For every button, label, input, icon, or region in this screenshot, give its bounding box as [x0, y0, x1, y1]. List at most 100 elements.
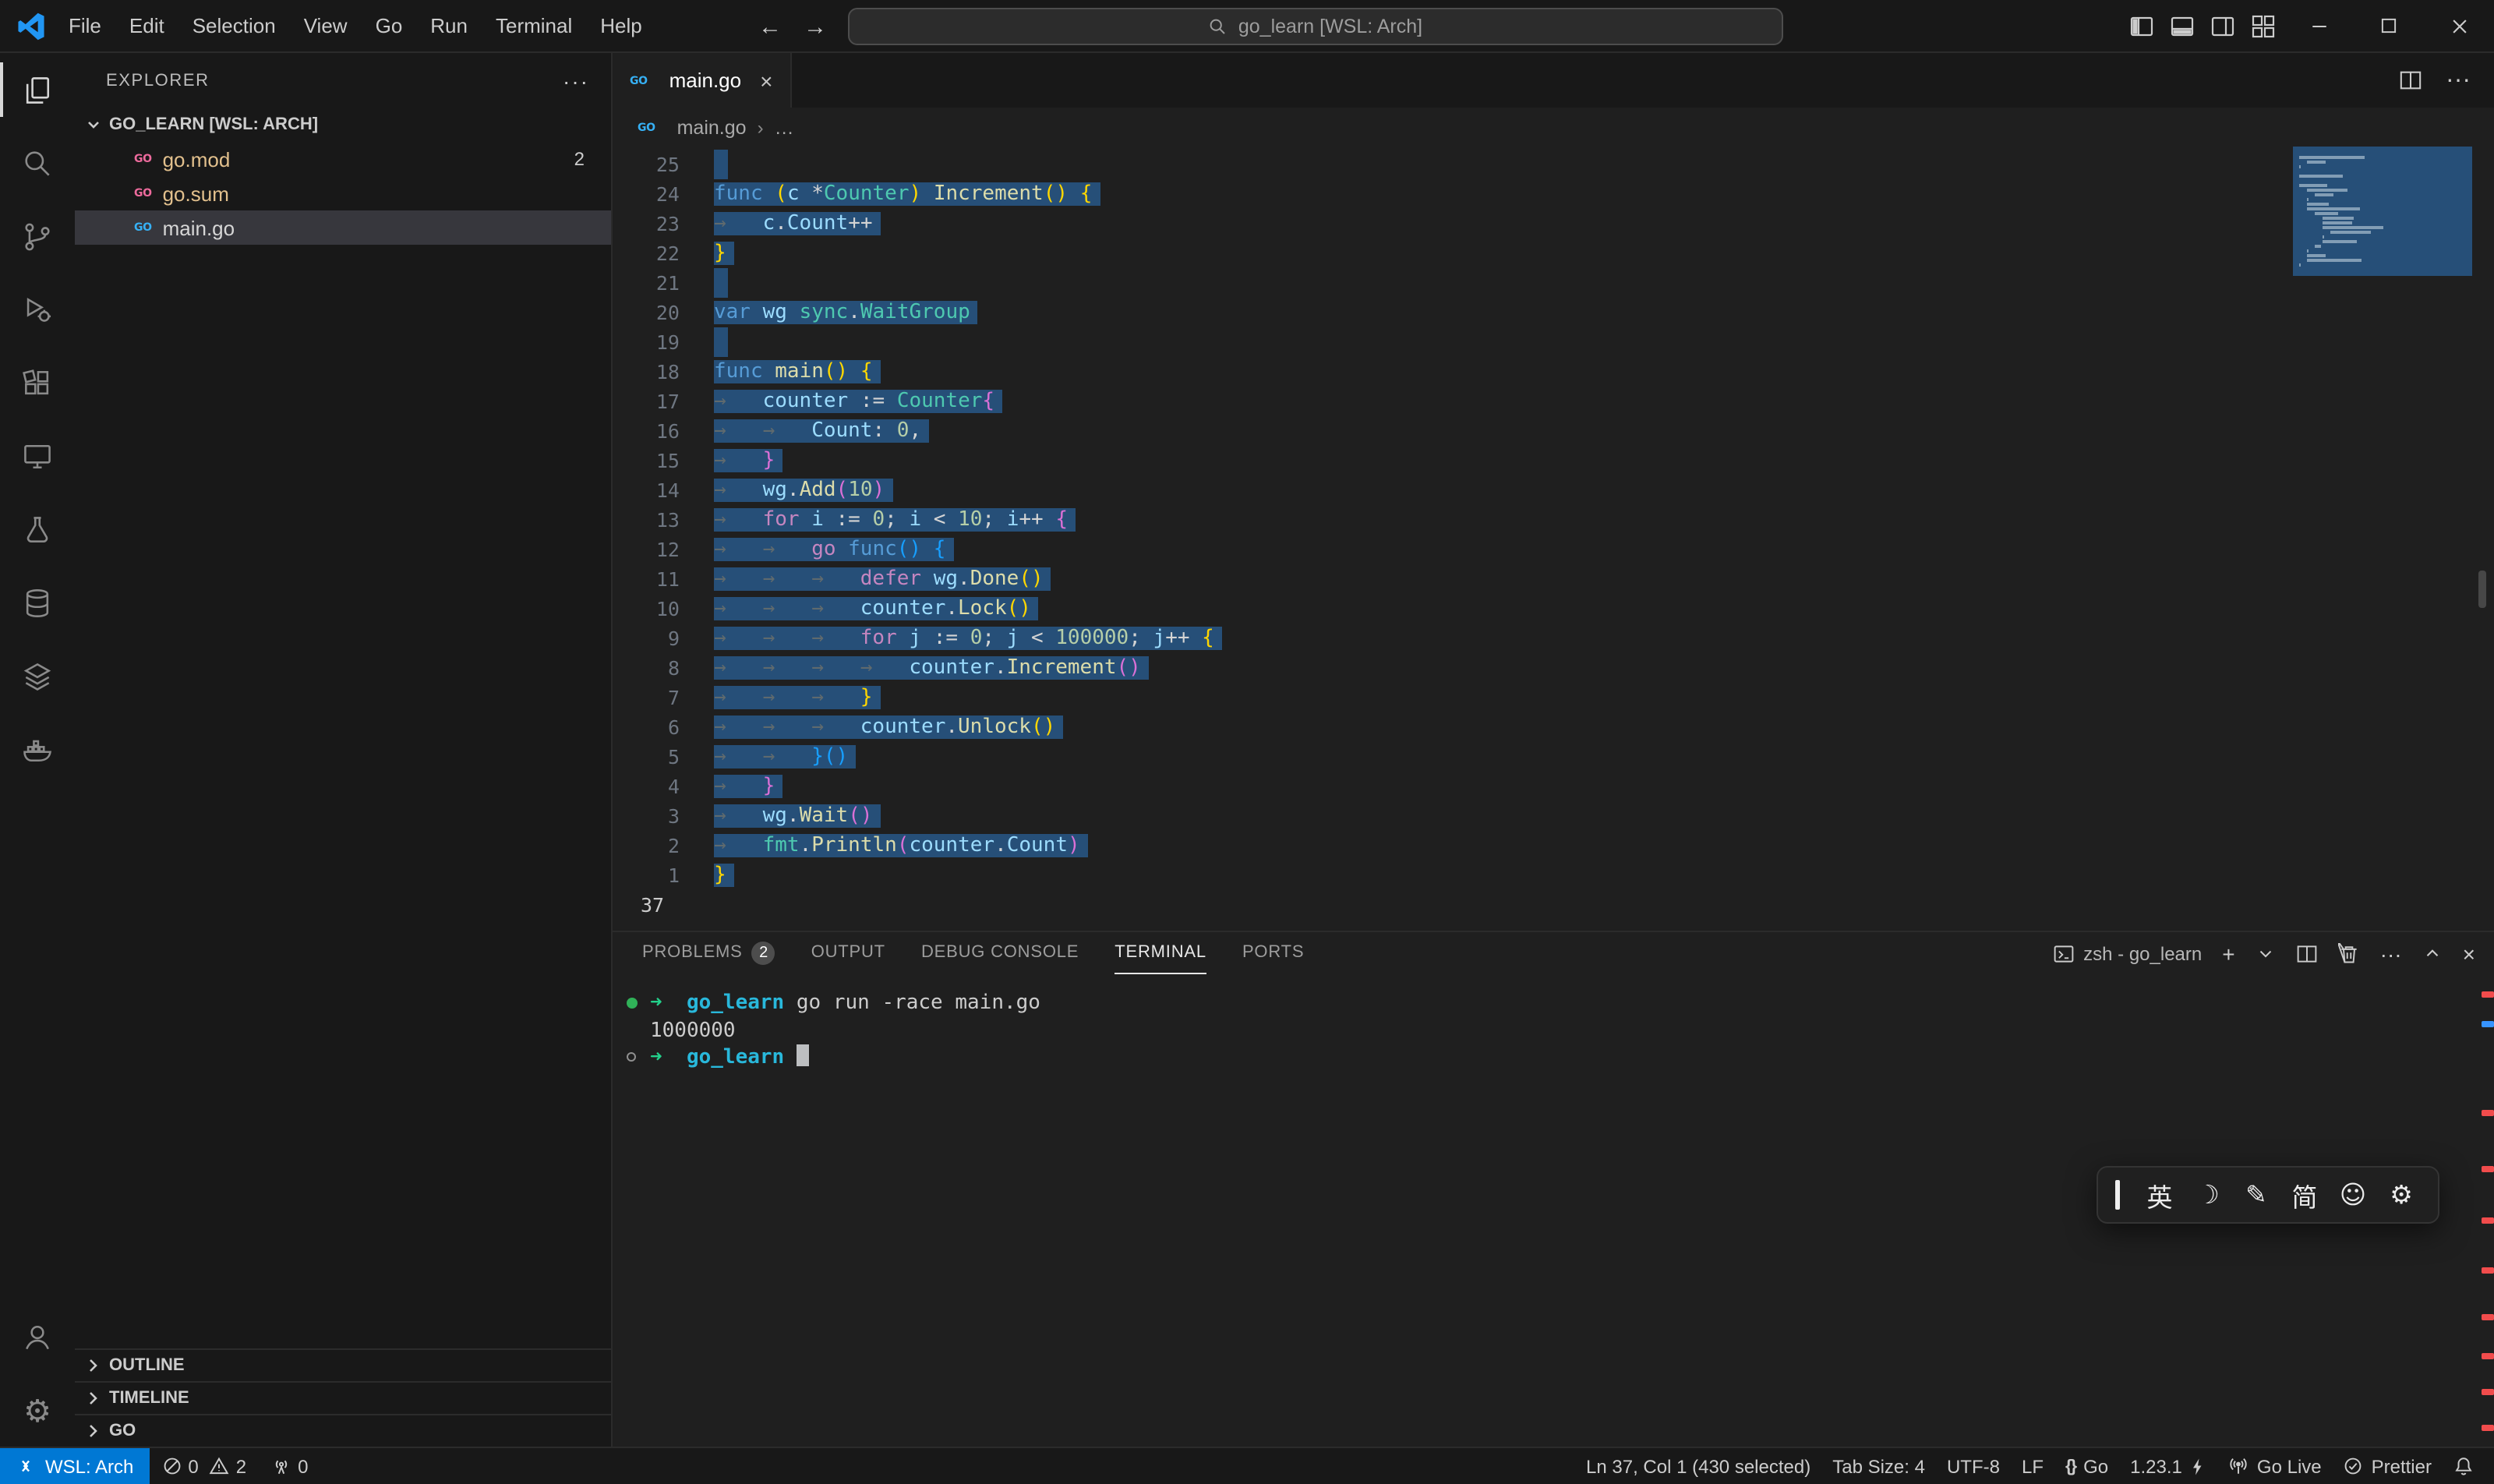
menu-item-go[interactable]: Go — [362, 0, 417, 52]
ports-indicator[interactable]: 0 — [259, 1455, 320, 1477]
line-number[interactable]: 3 — [613, 801, 701, 831]
code-line[interactable]: 25 — [613, 150, 2494, 179]
menu-item-help[interactable]: Help — [586, 0, 656, 52]
window-minimize-button[interactable] — [2284, 0, 2354, 52]
toggle-secondary-sidebar-icon[interactable] — [2203, 0, 2243, 52]
menu-item-terminal[interactable]: Terminal — [482, 0, 586, 52]
code-line[interactable]: 18func main() { — [613, 357, 2494, 387]
code-line[interactable]: 8→→→→counter.Increment() — [613, 653, 2494, 683]
command-decoration-icon[interactable] — [627, 998, 638, 1009]
line-number[interactable]: 15 — [613, 446, 701, 475]
code-line[interactable]: 37 — [613, 890, 2494, 920]
panel-tab-problems[interactable]: PROBLEMS2 — [642, 932, 775, 974]
sidebar-section-outline[interactable]: OUTLINE — [75, 1348, 611, 1381]
explorer-root-folder[interactable]: GO_LEARN [WSL: ARCH] — [75, 108, 611, 142]
status-lf[interactable]: LF — [2011, 1455, 2054, 1477]
activity-layers-icon[interactable] — [0, 639, 75, 712]
line-number[interactable]: 22 — [613, 238, 701, 268]
line-number[interactable]: 1 — [613, 860, 701, 890]
code-line[interactable]: 22} — [613, 238, 2494, 268]
activity-explorer-icon[interactable] — [0, 53, 75, 126]
line-number[interactable]: 10 — [613, 594, 701, 624]
tab-close-icon[interactable]: × — [760, 68, 772, 93]
line-number[interactable]: 12 — [613, 535, 701, 564]
new-terminal-icon[interactable]: + — [2222, 941, 2234, 966]
toggle-sidebar-icon[interactable] — [2121, 0, 2162, 52]
breadcrumb[interactable]: GO main.go › … — [613, 108, 2494, 147]
line-number[interactable]: 25 — [613, 150, 701, 179]
editor-more-actions-icon[interactable]: ··· — [2446, 66, 2471, 94]
code-line[interactable]: 24func (c *Counter) Increment() { — [613, 179, 2494, 209]
split-editor-icon[interactable] — [2399, 69, 2422, 92]
settings-gear-icon[interactable]: ⚙ — [0, 1373, 75, 1447]
code-line[interactable]: 19 — [613, 327, 2494, 357]
nav-back-button[interactable]: ← — [758, 13, 782, 40]
remote-indicator[interactable]: WSL: Arch — [0, 1448, 149, 1484]
code-line[interactable]: 3→wg.Wait() — [613, 801, 2494, 831]
accounts-icon[interactable] — [0, 1300, 75, 1373]
status-ln-37-col-1-430-selected-[interactable]: Ln 37, Col 1 (430 selected) — [1575, 1455, 1821, 1477]
line-number[interactable]: 20 — [613, 298, 701, 327]
activity-testing-icon[interactable] — [0, 493, 75, 566]
code-line[interactable]: 17→counter := Counter{ — [613, 387, 2494, 416]
editor-scrollbar-thumb[interactable] — [2478, 571, 2486, 608]
line-number[interactable]: 4 — [613, 772, 701, 801]
minimap[interactable] — [2293, 147, 2472, 276]
problems-indicator[interactable]: 0 2 — [149, 1455, 259, 1477]
toggle-panel-icon[interactable] — [2162, 0, 2203, 52]
maximize-panel-icon[interactable] — [2422, 943, 2443, 963]
code-line[interactable]: 21 — [613, 268, 2494, 298]
close-panel-icon[interactable]: × — [2463, 941, 2475, 966]
line-number[interactable]: 13 — [613, 505, 701, 535]
menu-item-run[interactable]: Run — [416, 0, 482, 52]
line-number[interactable]: 19 — [613, 327, 701, 357]
code-line[interactable]: 15→} — [613, 446, 2494, 475]
line-number[interactable]: 24 — [613, 179, 701, 209]
code-line[interactable]: 7→→→} — [613, 683, 2494, 712]
activity-database-icon[interactable] — [0, 566, 75, 639]
ime-settings-icon[interactable]: ⚙ — [2377, 1180, 2425, 1210]
line-number[interactable]: 18 — [613, 357, 701, 387]
code-line[interactable]: 10→→→counter.Lock() — [613, 594, 2494, 624]
status-utf-8[interactable]: UTF-8 — [1936, 1455, 2011, 1477]
line-number[interactable]: 7 — [613, 683, 701, 712]
line-number[interactable]: 23 — [613, 209, 701, 238]
status-go[interactable]: {}Go — [2054, 1455, 2119, 1477]
code-line[interactable]: 20var wg sync.WaitGroup — [613, 298, 2494, 327]
panel-more-actions-icon[interactable]: ··· — [2380, 941, 2402, 966]
code-line[interactable]: 4→} — [613, 772, 2494, 801]
activity-source-control-icon[interactable] — [0, 200, 75, 273]
file-row-go-mod[interactable]: GOgo.mod2 — [75, 142, 611, 176]
code-line[interactable]: 12→→go func() { — [613, 535, 2494, 564]
line-number[interactable]: 37 — [613, 890, 701, 920]
nav-forward-button[interactable]: → — [803, 13, 828, 40]
menu-item-edit[interactable]: Edit — [115, 0, 178, 52]
code-line[interactable]: 11→→→defer wg.Done() — [613, 564, 2494, 594]
customize-layout-icon[interactable] — [2243, 0, 2284, 52]
terminal-line[interactable]: 1000000 — [650, 1017, 2494, 1044]
code-line[interactable]: 16→→Count: 0, — [613, 416, 2494, 446]
code-line[interactable]: 2→fmt.Println(counter.Count) — [613, 831, 2494, 860]
line-number[interactable]: 5 — [613, 742, 701, 772]
line-number[interactable]: 17 — [613, 387, 701, 416]
panel-tab-output[interactable]: OUTPUT — [811, 932, 885, 974]
ime-pen-icon[interactable]: ✎ — [2232, 1180, 2280, 1210]
status-1-23-1[interactable]: 1.23.1 — [2119, 1455, 2217, 1477]
panel-tab-ports[interactable]: PORTS — [1242, 932, 1304, 974]
window-close-button[interactable] — [2424, 0, 2494, 52]
file-row-main-go[interactable]: GOmain.go — [75, 210, 611, 245]
ime-simplified-icon[interactable]: 简 — [2280, 1176, 2329, 1214]
code-line[interactable]: 6→→→counter.Unlock() — [613, 712, 2494, 742]
terminal-line[interactable]: ➜ go_learn — [650, 1044, 2494, 1072]
status-prettier[interactable]: Prettier — [2333, 1455, 2443, 1477]
kill-terminal-icon[interactable] — [2338, 942, 2360, 964]
line-number[interactable]: 8 — [613, 653, 701, 683]
ime-lang-icon[interactable]: 英 — [2135, 1176, 2184, 1214]
code-editor[interactable]: 2524func (c *Counter) Increment() {23→c.… — [613, 147, 2494, 931]
panel-tab-terminal[interactable]: TERMINAL — [1115, 932, 1206, 974]
line-number[interactable]: 21 — [613, 268, 701, 298]
ime-moon-icon[interactable]: ☽ — [2184, 1180, 2232, 1210]
code-line[interactable]: 1} — [613, 860, 2494, 890]
activity-docker-icon[interactable] — [0, 712, 75, 786]
menu-item-view[interactable]: View — [290, 0, 362, 52]
